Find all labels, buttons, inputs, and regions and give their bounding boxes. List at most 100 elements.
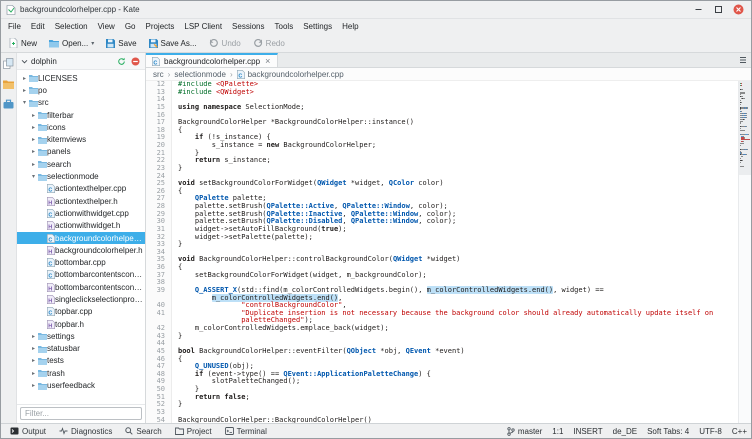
tab-close-icon[interactable]: × — [264, 57, 271, 66]
save-button[interactable]: Save — [101, 37, 141, 50]
document-list-button[interactable] — [739, 56, 747, 64]
minimize-button[interactable] — [690, 3, 706, 17]
panel-toggle-diagnostics[interactable]: Diagnostics — [54, 426, 117, 437]
title-bar[interactable]: backgroundcolorhelper.cpp - Kate — [1, 1, 751, 19]
close-button[interactable] — [730, 3, 746, 17]
minimap-viewport[interactable] — [739, 81, 751, 175]
fold-margin — [165, 348, 172, 356]
tree-file-actiontexthelper-h[interactable]: Hactiontexthelper.h — [17, 195, 145, 207]
menu-settings[interactable]: Settings — [298, 20, 337, 33]
expand-arrow-icon[interactable]: ▸ — [29, 124, 38, 131]
highlight-mode[interactable]: C++ — [732, 427, 747, 436]
tree-folder-licenses[interactable]: ▸LICENSES — [17, 72, 145, 84]
fold-margin — [165, 333, 172, 341]
collapse-arrow-icon[interactable]: ▾ — [20, 99, 29, 106]
code-text: } — [172, 241, 182, 249]
expand-arrow-icon[interactable]: ▸ — [29, 370, 38, 377]
expand-arrow-icon[interactable]: ▸ — [29, 161, 38, 168]
code-line: 37 setBackgroundColorForWidget(widget, m… — [146, 272, 738, 280]
input-mode[interactable]: INSERT — [573, 427, 602, 436]
menu-view[interactable]: View — [93, 20, 120, 33]
panel-toggle-output[interactable]: Output — [5, 426, 51, 437]
expand-arrow-icon[interactable]: ▸ — [29, 333, 38, 340]
tree-folder-tests[interactable]: ▸tests — [17, 355, 145, 367]
line-number: 54 — [146, 417, 165, 424]
tree-file-bottombarcontentscontainer-h[interactable]: Hbottombarcontentscontainer.h — [17, 281, 145, 293]
folder-icon — [38, 123, 47, 131]
breadcrumb-item-src[interactable]: src — [153, 70, 164, 79]
tree-folder-src[interactable]: ▾src — [17, 97, 145, 109]
tab-backgroundcolorhelper-cpp[interactable]: C backgroundcolorhelper.cpp × — [146, 53, 278, 67]
menu-lsp-client[interactable]: LSP Client — [179, 20, 227, 33]
expand-arrow-icon[interactable]: ▸ — [29, 136, 38, 143]
breadcrumb-item-backgroundcolorhelper-cpp[interactable]: Cbackgroundcolorhelper.cpp — [237, 70, 344, 79]
tree-file-actionwithwidget-cpp[interactable]: Cactionwithwidget.cpp — [17, 207, 145, 219]
breadcrumb-item-selectionmode[interactable]: selectionmode — [174, 70, 226, 79]
tree-file-backgroundcolorhelper-cpp[interactable]: Cbackgroundcolorhelper.cpp — [17, 232, 145, 244]
tree-folder-selectionmode[interactable]: ▾selectionmode — [17, 170, 145, 182]
maximize-button[interactable] — [710, 3, 726, 17]
filter-input[interactable] — [20, 407, 142, 420]
stop-icon[interactable] — [130, 56, 141, 67]
code-line: 20 s_instance = new BackgroundColorHelpe… — [146, 142, 738, 150]
menu-bar: FileEditSelectionViewGoProjectsLSP Clien… — [1, 19, 751, 34]
documents-tool-button[interactable] — [2, 57, 15, 70]
code-text: bool BackgroundColorHelper::eventFilter(… — [172, 348, 465, 356]
project-selector[interactable]: dolphin — [31, 57, 113, 66]
tree-folder-settings[interactable]: ▸settings — [17, 330, 145, 342]
tab-settings[interactable]: Soft Tabs: 4 — [647, 427, 689, 436]
cursor-position[interactable]: 1:1 — [552, 427, 563, 436]
encoding[interactable]: UTF-8 — [699, 427, 722, 436]
expand-arrow-icon[interactable]: ▸ — [20, 87, 29, 94]
tree-file-actionwithwidget-h[interactable]: Hactionwithwidget.h — [17, 220, 145, 232]
tree-folder-po[interactable]: ▸po — [17, 84, 145, 96]
tree-item-label: bottombar.cpp — [55, 258, 106, 267]
panel-toggle-terminal[interactable]: Terminal — [220, 426, 272, 437]
expand-arrow-icon[interactable]: ▸ — [29, 357, 38, 364]
filesystem-tool-button[interactable] — [2, 77, 15, 90]
tree-file-actiontexthelper-cpp[interactable]: Cactiontexthelper.cpp — [17, 183, 145, 195]
svg-text:C: C — [238, 73, 242, 79]
menu-edit[interactable]: Edit — [26, 20, 50, 33]
panel-toggle-search[interactable]: Search — [120, 426, 166, 437]
tree-folder-filterbar[interactable]: ▸filterbar — [17, 109, 145, 121]
tree-file-topbar-h[interactable]: Htopbar.h — [17, 318, 145, 330]
tree-folder-userfeedback[interactable]: ▸userfeedback — [17, 379, 145, 391]
save-as-button[interactable]: Save As... — [144, 37, 202, 50]
menu-selection[interactable]: Selection — [50, 20, 93, 33]
expand-arrow-icon[interactable]: ▸ — [29, 148, 38, 155]
tree-file-singleclickselectionproxystyle-h[interactable]: Hsingleclickselectionproxystyle.h — [17, 293, 145, 305]
breadcrumb-label: selectionmode — [174, 70, 226, 79]
menu-projects[interactable]: Projects — [140, 20, 179, 33]
open-button[interactable]: Open...▾ — [44, 37, 99, 50]
refresh-icon[interactable] — [116, 56, 127, 67]
menu-sessions[interactable]: Sessions — [227, 20, 269, 33]
panel-toggle-project[interactable]: Project — [170, 426, 217, 437]
expand-arrow-icon[interactable]: ▸ — [20, 75, 29, 82]
cpp-icon: C — [47, 270, 55, 279]
expand-arrow-icon[interactable]: ▸ — [29, 112, 38, 119]
tree-folder-kitemviews[interactable]: ▸kitemviews — [17, 133, 145, 145]
tree-folder-icons[interactable]: ▸icons — [17, 121, 145, 133]
menu-file[interactable]: File — [3, 20, 26, 33]
tree-file-topbar-cpp[interactable]: Ctopbar.cpp — [17, 306, 145, 318]
expand-arrow-icon[interactable]: ▸ — [29, 382, 38, 389]
projects-tool-button[interactable] — [2, 97, 15, 110]
tree-folder-search[interactable]: ▸search — [17, 158, 145, 170]
tree-file-bottombar-cpp[interactable]: Cbottombar.cpp — [17, 256, 145, 268]
git-branch[interactable]: master — [507, 427, 542, 436]
collapse-arrow-icon[interactable]: ▾ — [29, 173, 38, 180]
tree-folder-panels[interactable]: ▸panels — [17, 146, 145, 158]
tree-file-backgroundcolorhelper-h[interactable]: Hbackgroundcolorhelper.h — [17, 244, 145, 256]
menu-help[interactable]: Help — [337, 20, 363, 33]
new-button[interactable]: New — [4, 36, 42, 50]
tree-folder-statusbar[interactable]: ▸statusbar — [17, 343, 145, 355]
editor-text-area[interactable]: 12#include <QPalette>13#include <QWidget… — [146, 81, 738, 423]
expand-arrow-icon[interactable]: ▸ — [29, 345, 38, 352]
dictionary[interactable]: de_DE — [613, 427, 637, 436]
menu-tools[interactable]: Tools — [270, 20, 299, 33]
minimap-scrollbar[interactable] — [738, 81, 751, 423]
menu-go[interactable]: Go — [120, 20, 141, 33]
tree-folder-trash[interactable]: ▸trash — [17, 367, 145, 379]
tree-file-bottombarcontentscontainer-cpp[interactable]: Cbottombarcontentscontainer.cpp — [17, 269, 145, 281]
